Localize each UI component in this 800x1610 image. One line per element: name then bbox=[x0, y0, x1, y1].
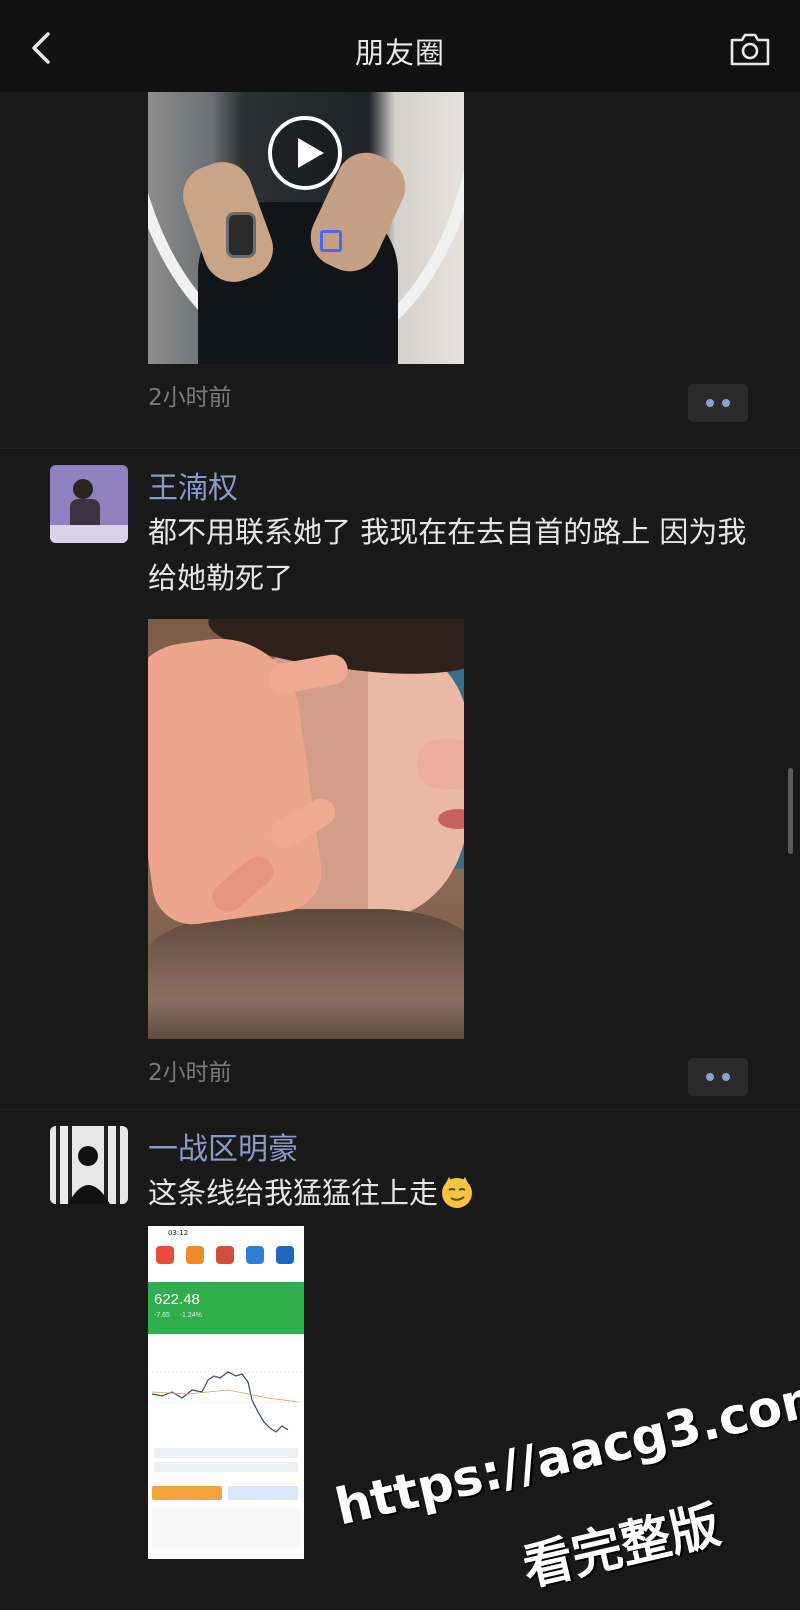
poster-name[interactable]: 一战区明豪 bbox=[148, 1124, 298, 1168]
post-text: 这条线给我猛猛往上走 bbox=[148, 1176, 439, 1210]
play-icon[interactable] bbox=[268, 116, 342, 190]
post-photo[interactable] bbox=[148, 619, 464, 1039]
dot-icon bbox=[722, 1073, 730, 1081]
stock-line-chart bbox=[148, 1371, 304, 1433]
smirk-emoji-icon bbox=[442, 1177, 473, 1208]
stock-change: -7.65 bbox=[154, 1312, 170, 1319]
dot-icon bbox=[722, 399, 730, 407]
avatar[interactable] bbox=[50, 1126, 128, 1204]
stock-screenshot[interactable]: 03:12 622.48 -7.65 -1.24% bbox=[148, 1226, 304, 1559]
status-time: 03:12 bbox=[168, 1229, 189, 1237]
dot-icon bbox=[706, 1073, 714, 1081]
avatar-image bbox=[50, 465, 128, 543]
video-thumbnail[interactable] bbox=[148, 92, 464, 364]
moment-post: 2小时前 bbox=[0, 92, 800, 448]
post-text-row: 这条线给我猛猛往上走 bbox=[148, 1170, 758, 1216]
post-time: 2小时前 bbox=[148, 1060, 232, 1086]
top-bar: 朋友圈 bbox=[0, 0, 800, 92]
watch bbox=[226, 212, 256, 258]
scrollbar[interactable] bbox=[788, 768, 793, 854]
stock-price: 622.48 bbox=[154, 1291, 200, 1308]
more-actions-button[interactable] bbox=[688, 1058, 748, 1096]
post-time: 2小时前 bbox=[148, 385, 232, 411]
stock-change-pct: -1.24% bbox=[179, 1312, 202, 1319]
moments-feed[interactable]: 2小时前 王湳权 都不用联系她了 我现在在去自首的路上 因为我给她勒死了 2小时… bbox=[0, 92, 800, 1610]
camera-icon[interactable] bbox=[728, 30, 772, 68]
post-text: 都不用联系她了 我现在在去自首的路上 因为我给她勒死了 bbox=[148, 515, 747, 595]
price-panel: 622.48 -7.65 -1.24% bbox=[148, 1282, 304, 1334]
moment-post: 王湳权 都不用联系她了 我现在在去自首的路上 因为我给她勒死了 2小时前 bbox=[0, 449, 800, 1109]
more-actions-button[interactable] bbox=[688, 384, 748, 422]
page-title: 朋友圈 bbox=[354, 36, 445, 70]
dot-icon bbox=[706, 399, 714, 407]
avatar-image bbox=[50, 1126, 128, 1204]
poster-name[interactable]: 王湳权 bbox=[148, 463, 238, 507]
avatar[interactable] bbox=[50, 465, 128, 543]
